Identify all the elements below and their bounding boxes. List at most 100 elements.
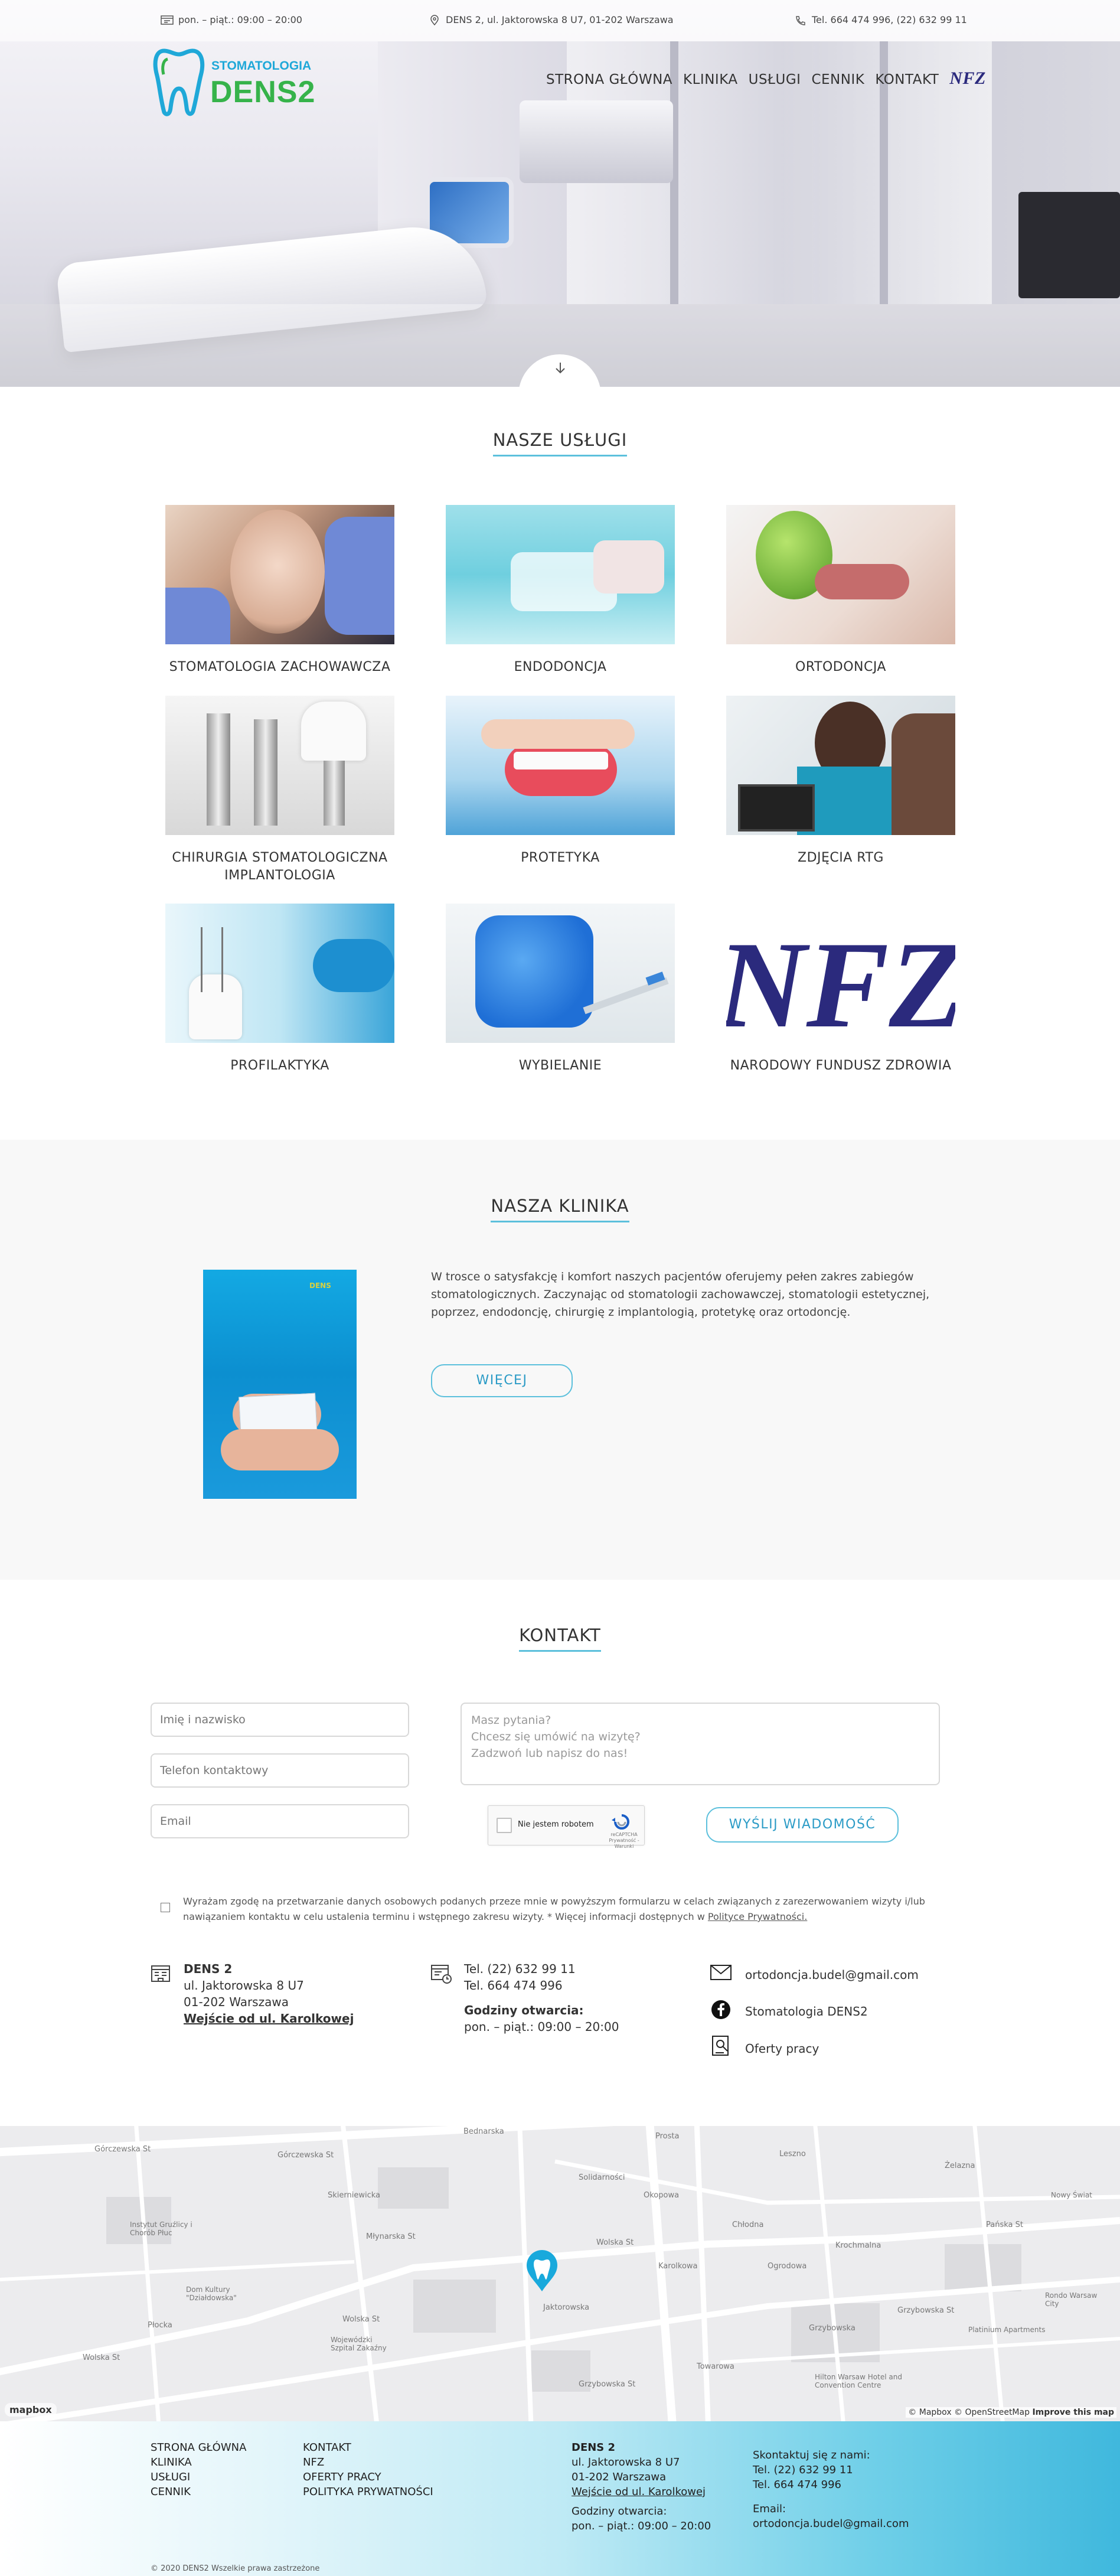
footer-email-link[interactable]: ortodoncja.budel@gmail.com: [753, 2518, 909, 2530]
facebook-link[interactable]: Stomatologia DENS2: [745, 2003, 868, 2020]
map-street-label: Wolska St: [342, 2315, 380, 2324]
contact-title-text: KONTAKT: [519, 1625, 601, 1652]
consent-body: Wyrażam zgodę na przetwarzanie danych os…: [183, 1896, 925, 1922]
service-card-whitening[interactable]: WYBIELANIE: [446, 904, 675, 1075]
footer-contact-label: Skontaktuj się z nami:: [753, 2449, 870, 2461]
privacy-policy-link[interactable]: Polityce Prywatności.: [708, 1911, 807, 1922]
service-card-surgery[interactable]: CHIRURGIA STOMATOLOGICZNA IMPLANTOLOGIA: [165, 696, 394, 885]
recaptcha-widget[interactable]: Nie jestem robotem reCAPTCHA Prywatność …: [488, 1805, 645, 1849]
nav-item-nfz[interactable]: NFZ: [949, 69, 986, 89]
nav-item-services[interactable]: USŁUGI: [749, 72, 801, 89]
clinic-description: W trosce o satysfakcję i komfort naszych…: [431, 1270, 930, 1319]
calendar-phone-icon: [431, 1965, 452, 1984]
service-label: NARODOWY FUNDUSZ ZDROWIA: [730, 1058, 952, 1073]
service-card-conservative[interactable]: STOMATOLOGIA ZACHOWAWCZA: [165, 505, 394, 676]
map-attribution-text[interactable]: © Mapbox © OpenStreetMap: [908, 2408, 1030, 2417]
building-icon: [151, 1965, 170, 1982]
footer-nav-col2: KONTAKT NFZ OFERTY PRACY POLITYKA PRYWAT…: [303, 2440, 433, 2499]
clinic-title: NASZA KLINIKA: [0, 1196, 1120, 1222]
service-image: [446, 505, 675, 644]
service-label: PROFILAKTYKA: [230, 1058, 329, 1073]
footer-link-clinic[interactable]: KLINIKA: [151, 2455, 246, 2470]
footer-link-privacy[interactable]: POLITYKA PRYWATNOŚCI: [303, 2484, 433, 2499]
map-street-label: Wolska St: [83, 2353, 120, 2362]
location-map[interactable]: Górczewska St Górczewska St Bednarska Wo…: [0, 2126, 1120, 2421]
service-label: ENDODONCJA: [514, 660, 607, 674]
map-street-label: Okopowa: [644, 2191, 680, 2200]
improve-map-link[interactable]: Improve this map: [1032, 2408, 1114, 2417]
contact-phone-2[interactable]: Tel. 664 474 996: [464, 1978, 563, 1993]
map-street-label: Prosta: [655, 2132, 680, 2141]
entrance-link[interactable]: Wejście od ul. Karolkowej: [184, 2011, 354, 2026]
map-canvas: [0, 2126, 1120, 2421]
address-city: 01-202 Warszawa: [184, 1995, 289, 2009]
email-field[interactable]: [151, 1804, 409, 1838]
site-logo[interactable]: STOMATOLOGIA DENS2: [152, 46, 316, 117]
services-title-text: NASZE USŁUGI: [492, 430, 628, 456]
send-message-button[interactable]: WYŚLIJ WIADOMOŚĆ: [706, 1807, 899, 1843]
map-place-label: Dom Kultury "Działdowska": [186, 2285, 237, 2302]
consent-text: Wyrażam zgodę na przetwarzanie danych os…: [183, 1894, 945, 1925]
service-label: ORTODONCJA: [795, 660, 886, 674]
mapbox-logo[interactable]: mapbox: [5, 2403, 57, 2417]
contact-title: KONTAKT: [0, 1625, 1120, 1652]
name-field[interactable]: [151, 1703, 409, 1737]
email-link[interactable]: ortodoncja.budel@gmail.com: [745, 1967, 919, 1983]
map-street-label: Płocka: [148, 2321, 172, 2330]
map-street-label: Solidarności: [579, 2173, 625, 2182]
footer-link-jobs[interactable]: OFERTY PRACY: [303, 2470, 433, 2484]
footer-entrance-link[interactable]: Wejście od ul. Karolkowej: [572, 2486, 706, 2498]
service-card-prosthetics[interactable]: PROTETYKA: [446, 696, 675, 867]
phone-text[interactable]: Tel. 664 474 996, (22) 632 99 11: [812, 14, 967, 25]
footer-phone-2[interactable]: Tel. 664 474 996: [753, 2479, 841, 2491]
logo-line2: DENS2: [210, 75, 316, 109]
facebook-icon[interactable]: [711, 2000, 731, 2020]
footer-hours-value: pon. – piąt.: 09:00 – 20:00: [572, 2520, 711, 2532]
service-card-xray[interactable]: ZDJĘCIA RTG: [726, 696, 955, 867]
address-text: DENS 2, ul. Jaktorowska 8 U7, 01-202 War…: [446, 14, 674, 25]
message-field[interactable]: Masz pytania? Chcesz się umówić na wizyt…: [461, 1703, 940, 1785]
recaptcha-checkbox[interactable]: [497, 1818, 512, 1833]
hours-label: Godziny otwarcia:: [464, 2003, 584, 2017]
map-street-label: Skierniewicka: [328, 2191, 381, 2200]
service-card-nfz[interactable]: NFZ NARODOWY FUNDUSZ ZDROWIA: [726, 904, 955, 1075]
contact-phones: Tel. (22) 632 99 11 Tel. 664 474 996 God…: [464, 1961, 619, 2035]
nav-item-pricing[interactable]: CENNIK: [811, 72, 864, 89]
footer-nav-col1: STRONA GŁÓWNA KLINIKA USŁUGI CENNIK: [151, 2440, 246, 2499]
jobs-link[interactable]: Oferty pracy: [745, 2040, 819, 2057]
footer-link-services[interactable]: USŁUGI: [151, 2470, 246, 2484]
consent-checkbox[interactable]: [161, 1903, 170, 1912]
map-place-label: Nowy Świat: [1051, 2191, 1092, 2199]
nav-item-contact[interactable]: KONTAKT: [875, 72, 939, 89]
map-attribution: © Mapbox © OpenStreetMap Improve this ma…: [906, 2407, 1116, 2418]
service-image: [726, 696, 955, 835]
footer-address: DENS 2 ul. Jaktorowska 8 U7 01-202 Warsz…: [572, 2440, 711, 2533]
nav-item-clinic[interactable]: KLINIKA: [683, 72, 738, 89]
footer-link-home[interactable]: STRONA GŁÓWNA: [151, 2440, 246, 2455]
envelope-icon: [710, 1965, 732, 1980]
footer-phone-1[interactable]: Tel. (22) 632 99 11: [753, 2464, 853, 2476]
service-label: WYBIELANIE: [518, 1058, 602, 1073]
arrow-down-icon[interactable]: [550, 360, 570, 380]
location-pin-icon: [430, 14, 439, 25]
phone-field[interactable]: [151, 1753, 409, 1788]
service-label: STOMATOLOGIA ZACHOWAWCZA: [169, 660, 391, 674]
recaptcha-label: Nie jestem robotem: [518, 1820, 594, 1829]
contact-phone-1[interactable]: Tel. (22) 632 99 11: [464, 1962, 576, 1976]
services-title: NASZE USŁUGI: [0, 430, 1120, 456]
service-card-orthodontics[interactable]: ORTODONCJA: [726, 505, 955, 676]
nav-item-home[interactable]: STRONA GŁÓWNA: [546, 72, 672, 89]
footer-link-contact[interactable]: KONTAKT: [303, 2440, 433, 2455]
map-street-label: Karolkowa: [658, 2262, 698, 2271]
footer-link-nfz[interactable]: NFZ: [303, 2455, 433, 2470]
footer-link-pricing[interactable]: CENNIK: [151, 2484, 246, 2499]
service-image: [165, 904, 394, 1043]
footer-address-name: DENS 2: [572, 2441, 616, 2454]
map-marker-icon[interactable]: [524, 2250, 560, 2293]
more-button[interactable]: WIĘCEJ: [431, 1364, 573, 1397]
job-offer-icon[interactable]: [711, 2035, 731, 2057]
service-card-endodontics[interactable]: ENDODONCJA: [446, 505, 675, 676]
service-card-prophylaxis[interactable]: PROFILAKTYKA: [165, 904, 394, 1075]
map-street-label: Towarowa: [697, 2362, 734, 2371]
recaptcha-terms: reCAPTCHA Prywatność - Warunki: [609, 1832, 639, 1849]
